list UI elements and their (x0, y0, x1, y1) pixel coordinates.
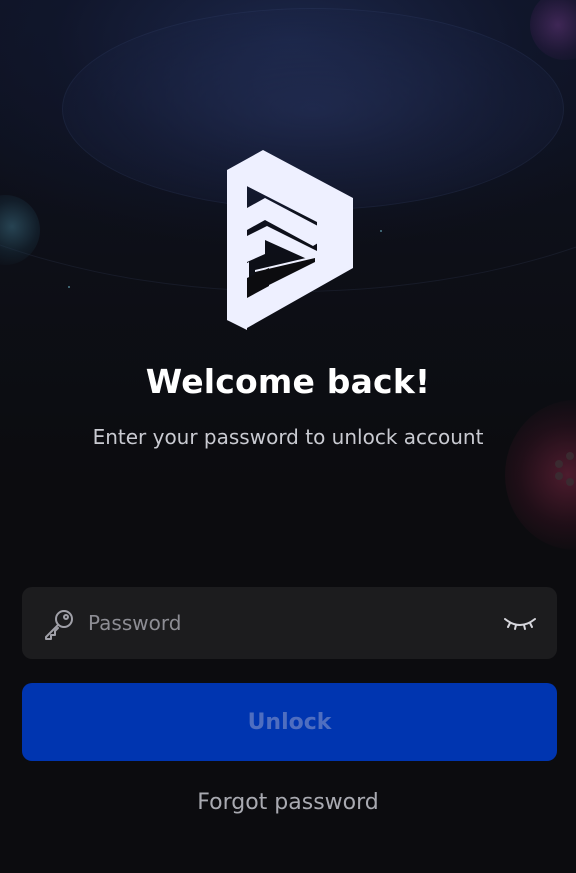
planet-dots-decoration (555, 452, 574, 486)
background-planet-left (0, 195, 40, 265)
welcome-title: Welcome back! (145, 362, 431, 401)
password-field[interactable] (22, 587, 557, 659)
password-input[interactable] (88, 587, 488, 659)
key-icon (45, 610, 73, 640)
app-logo-icon (227, 150, 353, 330)
welcome-subtitle: Enter your password to unlock account (92, 425, 484, 449)
unlock-screen: Welcome back! Enter your password to unl… (0, 0, 576, 873)
background-star (68, 286, 70, 288)
forgot-password-link[interactable]: Forgot password (0, 790, 576, 815)
background-planet-right (505, 400, 576, 550)
unlock-button[interactable]: Unlock (22, 683, 557, 761)
eye-closed-icon[interactable] (502, 611, 538, 635)
background-star (380, 230, 382, 232)
background-planet-top-right (530, 0, 576, 60)
